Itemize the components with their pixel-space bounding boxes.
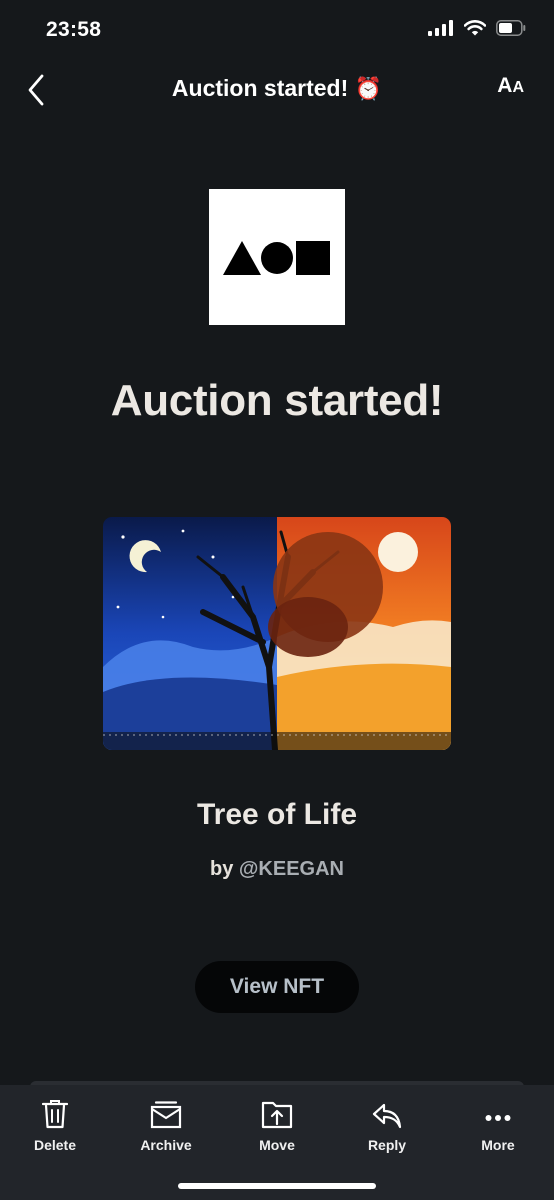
navigation-bar: Auction started! ⏰ AA <box>0 60 554 120</box>
delete-button[interactable]: Delete <box>10 1095 100 1153</box>
archive-button[interactable]: Archive <box>121 1095 211 1153</box>
alarm-clock-emoji: ⏰ <box>354 76 383 101</box>
nav-title-text: Auction started! <box>171 75 349 101</box>
home-indicator[interactable] <box>178 1183 376 1189</box>
nft-title: Tree of Life <box>196 798 358 831</box>
nav-title: Auction started! ⏰ <box>0 75 554 102</box>
more-icon <box>485 1115 511 1121</box>
battery-icon <box>496 20 526 36</box>
move-button[interactable]: Move <box>232 1095 322 1153</box>
archive-icon <box>150 1101 182 1129</box>
wifi-icon <box>464 20 486 36</box>
text-size-button[interactable]: AA <box>497 74 524 98</box>
reply-label: Reply <box>367 1137 407 1153</box>
by-label: by <box>210 858 234 880</box>
email-headline: Auction started! <box>110 376 444 425</box>
more-button[interactable]: More <box>453 1095 543 1153</box>
view-nft-button[interactable]: View NFT <box>195 961 359 1013</box>
status-icons <box>428 20 526 36</box>
cellular-signal-icon <box>428 20 453 36</box>
trash-icon <box>42 1100 68 1129</box>
creator-byline: by @KEEGAN <box>0 858 554 881</box>
reply-icon <box>372 1103 402 1129</box>
status-time: 23:58 <box>46 18 102 41</box>
status-bar: 23:58 <box>0 0 554 60</box>
more-label: More <box>481 1137 515 1153</box>
archive-label: Archive <box>140 1137 192 1153</box>
text-size-label-large: A <box>497 74 513 97</box>
tree-artwork-illustration <box>103 517 451 750</box>
creator-handle[interactable]: @KEEGAN <box>239 858 344 880</box>
nft-artwork-image[interactable] <box>103 517 451 750</box>
move-icon <box>261 1101 293 1129</box>
delete-label: Delete <box>33 1137 77 1153</box>
text-size-label-small: A <box>512 79 524 96</box>
reply-button[interactable]: Reply <box>342 1095 432 1153</box>
move-label: Move <box>259 1137 295 1153</box>
shapes-logo-icon <box>223 241 330 275</box>
brand-logo <box>209 189 345 325</box>
